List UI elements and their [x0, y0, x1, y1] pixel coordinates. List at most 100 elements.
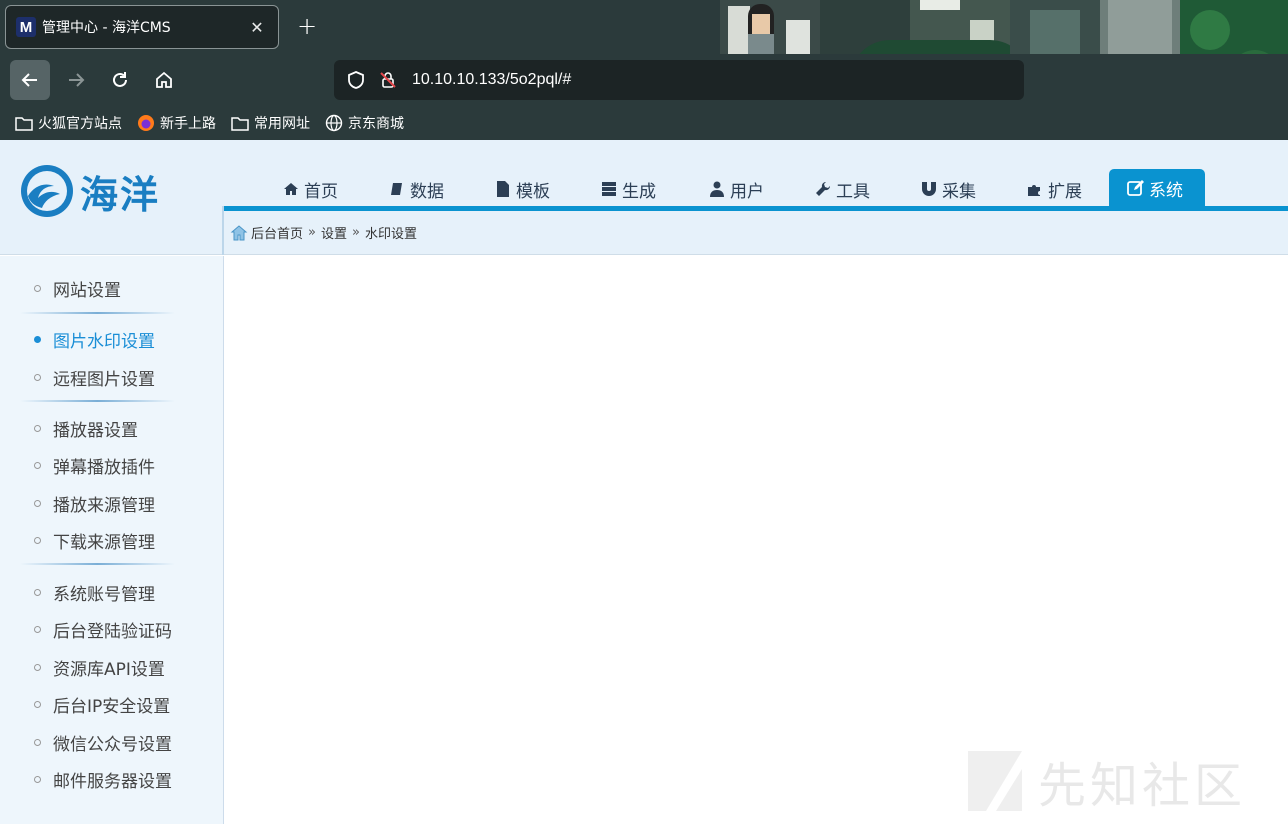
nav-label: 首页: [304, 181, 338, 202]
nav-label: 采集: [942, 181, 976, 202]
header-divider: [222, 206, 224, 255]
bookmark-label: 京东商城: [348, 116, 404, 132]
nav-system[interactable]: 系统: [1109, 169, 1205, 207]
nav-underline: [224, 206, 1288, 211]
nav-tools[interactable]: 工具: [814, 171, 870, 207]
sidebar-item[interactable]: 图片水印设置: [34, 327, 155, 352]
bookmark-item[interactable]: 新手上路: [136, 113, 216, 133]
book-icon: [388, 180, 406, 198]
nav-template[interactable]: 模板: [494, 171, 550, 207]
bookmark-label: 常用网址: [254, 116, 310, 132]
sidebar-item[interactable]: 后台登陆验证码: [34, 617, 172, 642]
breadcrumb-settings[interactable]: 设置: [321, 223, 347, 242]
bullet-icon: [34, 462, 41, 469]
file-icon: [494, 180, 512, 198]
bullet-icon: [34, 701, 41, 708]
reload-button[interactable]: [100, 60, 140, 100]
bullet-icon: [34, 336, 41, 343]
home-icon: [156, 71, 172, 88]
server-icon: [600, 180, 618, 198]
sidebar-item-label: 微信公众号设置: [53, 735, 172, 755]
site-logo[interactable]: 海洋: [18, 162, 160, 220]
url-bar[interactable]: 10.10.10.133/5o2pql/#: [334, 60, 1024, 100]
bullet-icon: [34, 500, 41, 507]
sidebar-item[interactable]: 微信公众号设置: [34, 730, 172, 755]
sidebar-item-label: 系统账号管理: [53, 585, 155, 605]
sidebar-item[interactable]: 资源库API设置: [34, 655, 165, 680]
sidebar-item-label: 播放来源管理: [53, 496, 155, 516]
bullet-icon: [34, 664, 41, 671]
sidebar-item-label: 网站设置: [53, 281, 121, 301]
logo-text: 海洋: [80, 172, 161, 217]
browser-tab[interactable]: M 管理中心 - 海洋CMS ✕: [5, 5, 279, 49]
bullet-icon: [34, 589, 41, 596]
home-button[interactable]: [144, 60, 184, 100]
sidebar-item-label: 资源库API设置: [53, 660, 165, 680]
close-tab-icon[interactable]: ✕: [248, 18, 266, 37]
puzzle-icon: [1026, 180, 1044, 198]
shield-icon[interactable]: [344, 68, 368, 92]
sidebar-item[interactable]: 弹幕播放插件: [34, 453, 155, 478]
folder-icon: [230, 114, 250, 132]
nav-generate[interactable]: 生成: [600, 171, 656, 207]
bookmark-item[interactable]: 火狐官方站点: [14, 113, 122, 133]
tab-favicon-icon: M: [16, 17, 36, 37]
site-watermark: 先知社区: [966, 746, 1246, 816]
nav-label: 数据: [410, 181, 444, 202]
sidebar-item[interactable]: 播放器设置: [34, 416, 138, 441]
insecure-lock-icon[interactable]: [376, 68, 400, 92]
sidebar-item[interactable]: 下载来源管理: [34, 528, 155, 553]
breadcrumb-current: 水印设置: [364, 227, 417, 242]
nav-collect[interactable]: 采集: [920, 171, 976, 207]
sidebar-item-label: 播放器设置: [53, 421, 138, 441]
bookmark-label: 新手上路: [160, 116, 216, 132]
breadcrumb-separator: »: [352, 225, 360, 240]
nav-home[interactable]: 首页: [282, 171, 338, 207]
magnet-icon: [920, 180, 938, 198]
wrench-icon: [814, 180, 832, 198]
nav-label: 扩展: [1048, 181, 1082, 202]
sidebar-item[interactable]: 播放来源管理: [34, 491, 155, 516]
sidebar-item-label: 邮件服务器设置: [53, 772, 172, 792]
sidebar-item[interactable]: 网站设置: [34, 276, 121, 301]
home-icon: [282, 180, 300, 198]
home-icon: [230, 224, 248, 240]
sidebar-divider: [20, 400, 175, 402]
reload-icon: [113, 72, 127, 87]
bullet-icon: [34, 374, 41, 381]
sidebar: 网站设置 图片水印设置 远程图片设置 播放器设置 弹幕播放插件 播放来源管理 下…: [0, 256, 224, 824]
user-icon: [708, 180, 726, 198]
wave-logo-icon: [21, 165, 73, 217]
nav-users[interactable]: 用户: [708, 171, 764, 207]
bullet-icon: [34, 739, 41, 746]
sidebar-item-label: 远程图片设置: [53, 370, 155, 390]
forward-button[interactable]: [56, 60, 96, 100]
sidebar-item[interactable]: 邮件服务器设置: [34, 767, 172, 792]
globe-icon: [324, 114, 344, 132]
nav-label: 工具: [836, 181, 870, 202]
sidebar-divider: [20, 563, 175, 565]
edit-icon: [1127, 179, 1145, 197]
new-tab-button[interactable]: +: [296, 13, 318, 39]
back-button[interactable]: [10, 60, 50, 100]
sidebar-item-label: 下载来源管理: [53, 533, 155, 553]
tab-title: 管理中心 - 海洋CMS: [42, 20, 171, 36]
bookmark-item[interactable]: 常用网址: [230, 113, 310, 133]
nav-label: 系统: [1149, 180, 1183, 201]
breadcrumb-home[interactable]: 后台首页: [251, 223, 303, 242]
nav-extend[interactable]: 扩展: [1026, 171, 1082, 207]
sidebar-item[interactable]: 后台IP安全设置: [34, 692, 170, 717]
main-content: [224, 256, 1288, 824]
bullet-icon: [34, 776, 41, 783]
bullet-icon: [34, 537, 41, 544]
sidebar-item-label: 图片水印设置: [53, 332, 155, 352]
nav-data[interactable]: 数据: [388, 171, 444, 207]
url-text: 10.10.10.133/5o2pql/#: [412, 71, 572, 88]
sidebar-item[interactable]: 远程图片设置: [34, 365, 155, 390]
cms-header: 海洋 首页 数据 模板 生成 用户 工具 采集 扩展 系统 后台首页 » 设置 …: [0, 140, 1288, 255]
bookmark-item[interactable]: 京东商城: [324, 113, 404, 133]
sidebar-item[interactable]: 系统账号管理: [34, 580, 155, 605]
breadcrumb-separator: »: [308, 225, 316, 240]
bookmarks-bar: 火狐官方站点 新手上路 常用网址 京东商城: [0, 106, 1288, 140]
watermark-text: 先知社区: [1038, 758, 1247, 814]
